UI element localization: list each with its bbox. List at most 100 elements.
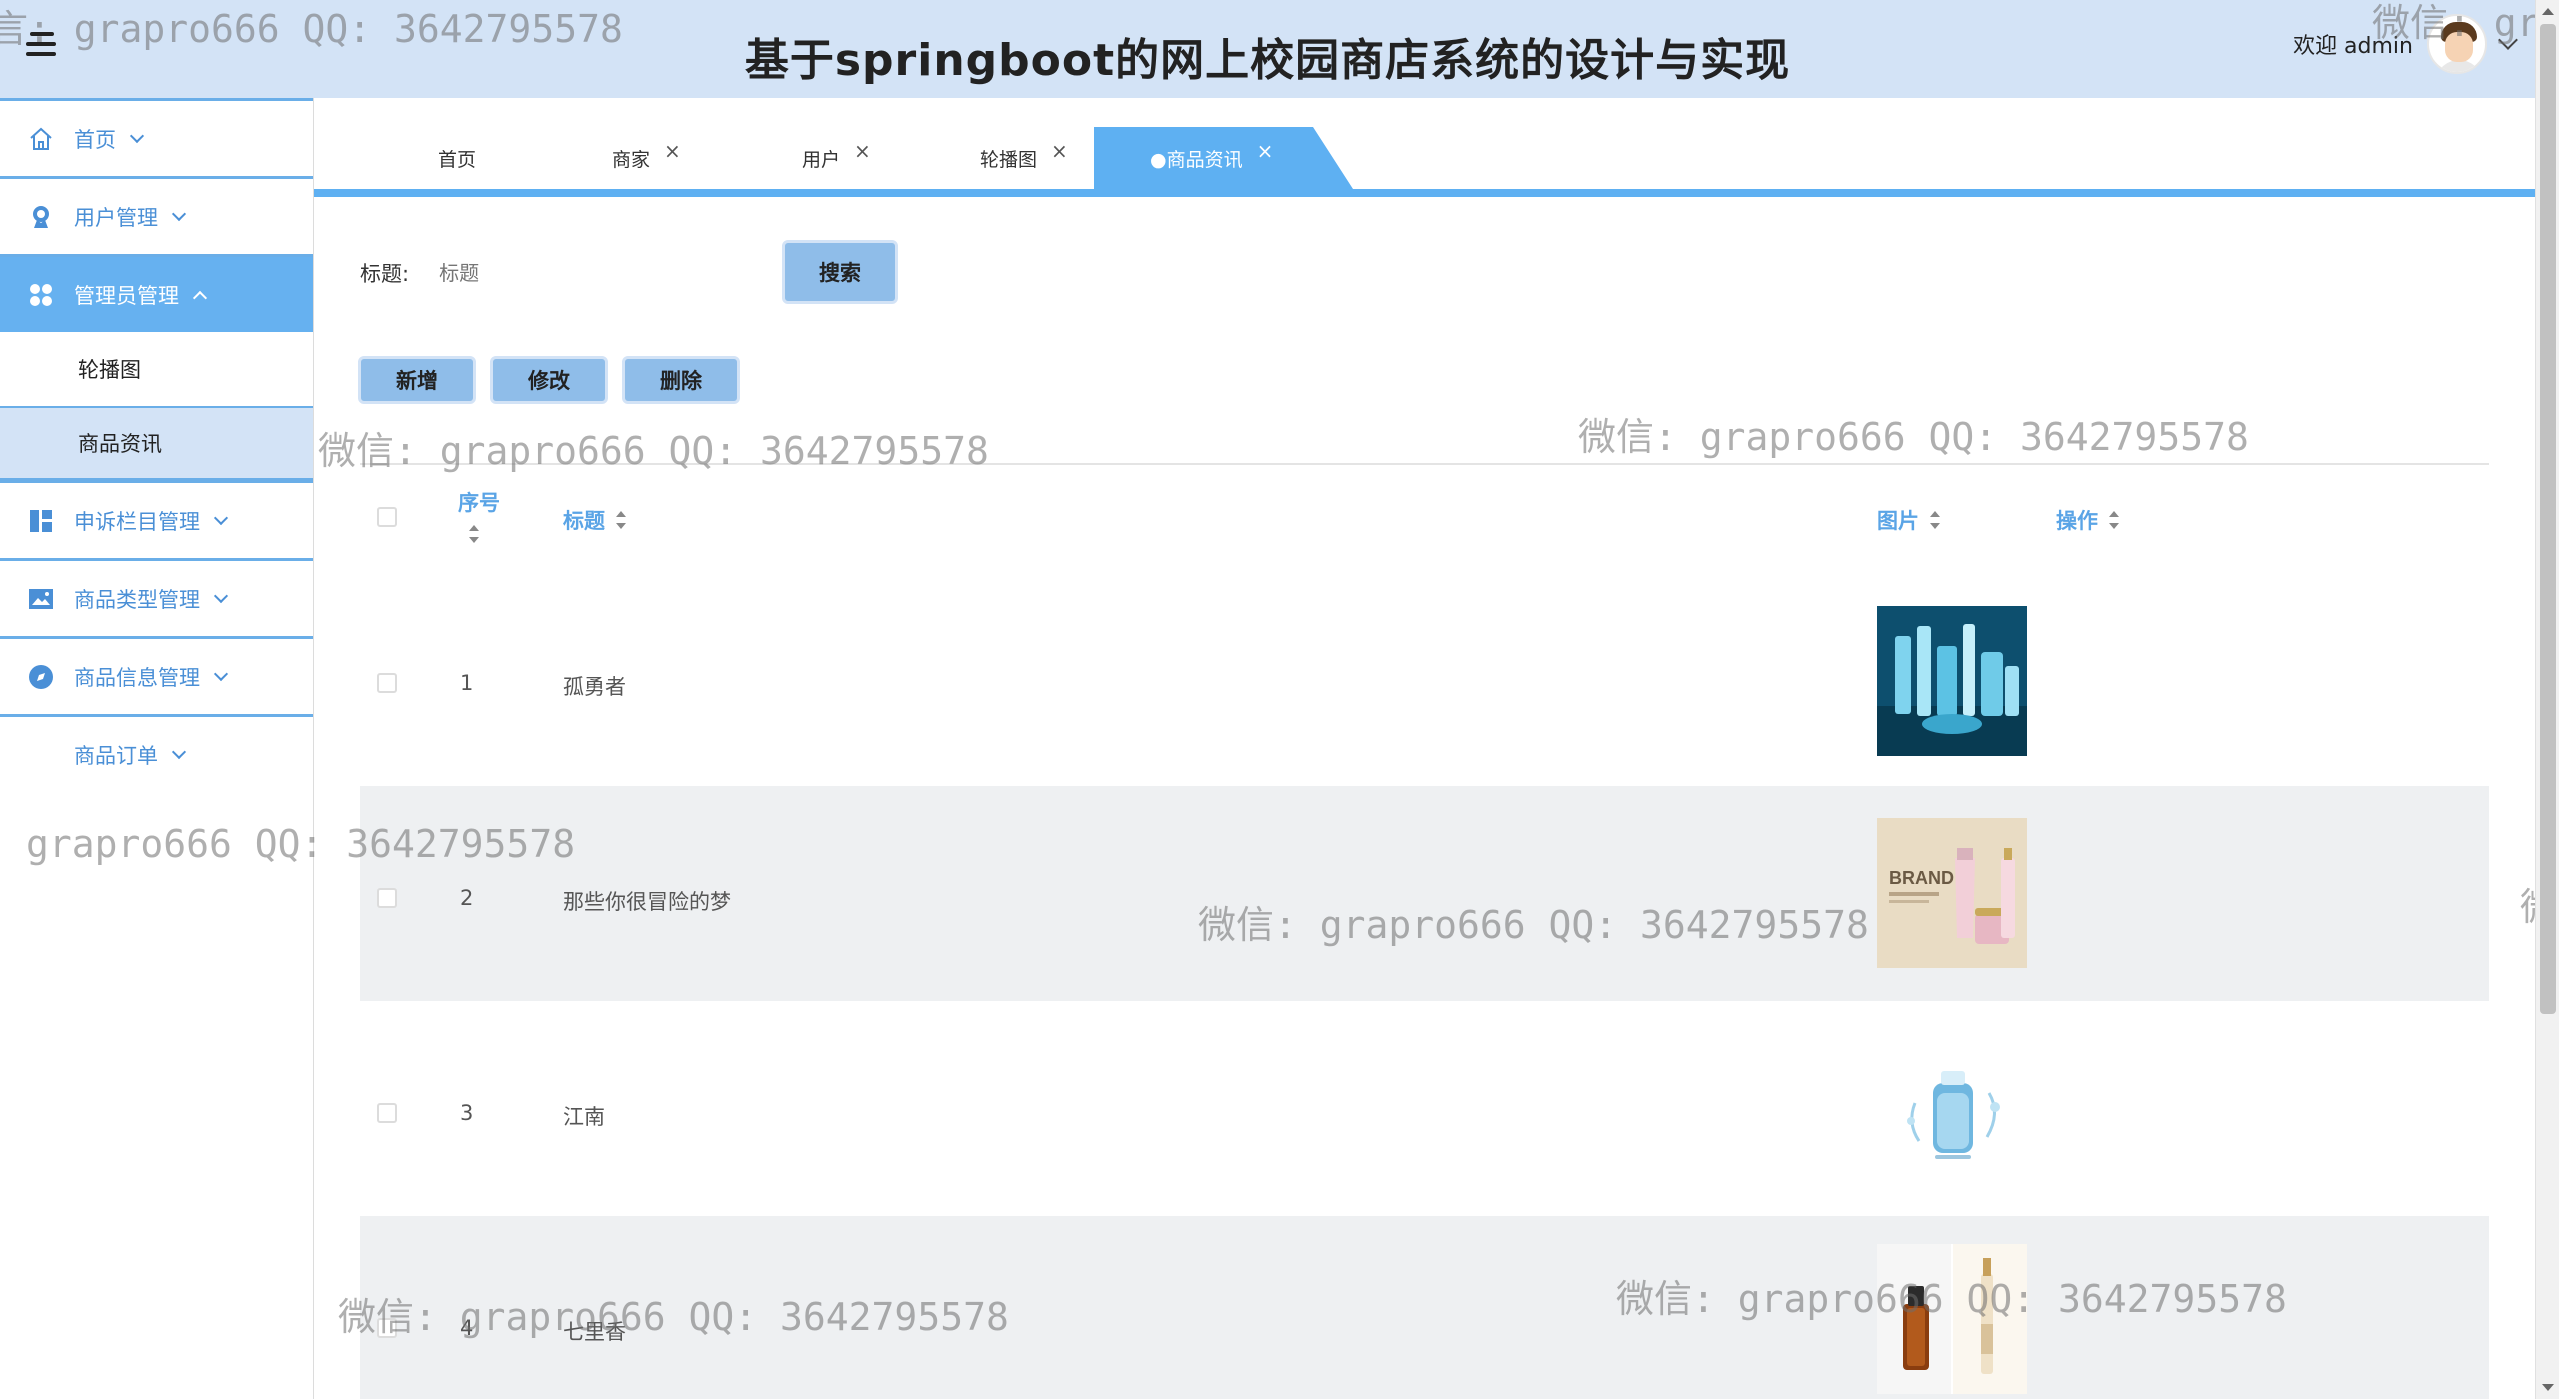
chevron-down-icon	[171, 744, 187, 759]
row-title: 那些你很冒险的梦	[563, 890, 731, 914]
chevron-down-icon	[213, 510, 229, 525]
table-row[interactable]: 4 七里香	[360, 1216, 2489, 1399]
column-label: 图片	[1877, 509, 1919, 533]
table-row[interactable]: 1 孤勇者	[360, 571, 2489, 786]
chevron-down-icon	[213, 666, 229, 681]
image-icon	[28, 586, 54, 612]
chevron-up-icon	[192, 290, 208, 305]
table-row[interactable]: 3 江南	[360, 1001, 2489, 1216]
sidebar-subitem-carousel[interactable]: 轮播图	[0, 332, 313, 406]
tab-label: ●商品资讯	[1150, 148, 1243, 171]
search-label: 标题:	[360, 262, 410, 286]
column-header-title[interactable]: 标题	[563, 505, 627, 535]
sidebar-item-label: 管理员管理	[74, 283, 179, 308]
scroll-thumb[interactable]	[2540, 24, 2556, 1014]
sidebar-item-label: 商品信息管理	[74, 665, 200, 690]
tab-carousel[interactable]: 轮播图 ×	[980, 127, 1068, 189]
sidebar-item-complaints[interactable]: 申诉栏目管理	[0, 480, 313, 558]
row-checkbox[interactable]	[377, 673, 397, 693]
chevron-down-icon	[129, 128, 145, 143]
sidebar-item-home[interactable]: 首页	[0, 98, 313, 176]
scroll-down-icon[interactable]	[2542, 1384, 2554, 1391]
delete-button[interactable]: 删除	[622, 356, 740, 404]
data-table: 序号 标题 图片 操作 1 孤勇者 2 那些你很冒险的梦 BRAND 3 江南 …	[360, 463, 2489, 1399]
sort-icon[interactable]	[1929, 511, 1941, 529]
row-image[interactable]	[1877, 606, 2027, 756]
sidebar-subitem-product-news[interactable]: 商品资讯	[0, 406, 313, 480]
sidebar: 首页 用户管理 管理员管理 轮播图 商品资讯 申诉栏目管理 商品类型管理 商品信…	[0, 98, 314, 1399]
search-input[interactable]	[439, 248, 740, 298]
row-title: 孤勇者	[563, 675, 626, 699]
row-image[interactable]	[1877, 1244, 2027, 1394]
sidebar-item-label: 商品订单	[74, 743, 158, 768]
tab-product-news[interactable]: ●商品资讯 ×	[1094, 127, 1354, 189]
search-bar: 标题: 搜索	[360, 240, 898, 306]
compass-icon	[28, 664, 54, 690]
row-index: 3	[460, 1101, 474, 1125]
tab-bar: 首页 商家 × 用户 × 轮播图 × ●商品资讯 ×	[314, 127, 2535, 193]
close-icon[interactable]: ×	[1051, 139, 1068, 163]
sidebar-item-admin-management[interactable]: 管理员管理	[0, 254, 313, 332]
tab-label: 用户	[802, 148, 841, 171]
close-icon[interactable]: ×	[1257, 139, 1274, 163]
scroll-up-icon[interactable]	[2542, 8, 2554, 15]
row-checkbox[interactable]	[377, 1103, 397, 1123]
column-label: 操作	[2056, 509, 2098, 533]
row-title: 七里香	[563, 1320, 626, 1344]
sidebar-item-label: 商品类型管理	[74, 587, 200, 612]
site-title: 基于springboot的网上校园商店系统的设计与实现	[744, 35, 1791, 86]
row-index: 2	[460, 886, 474, 910]
row-index: 4	[460, 1316, 474, 1340]
sort-icon[interactable]	[2108, 511, 2120, 529]
row-checkbox[interactable]	[377, 1318, 397, 1338]
column-header-actions[interactable]: 操作	[2056, 505, 2120, 535]
chevron-down-icon[interactable]	[2498, 30, 2518, 50]
watermark-text: 微信: grapro666 QQ: 3642795578	[1578, 415, 2249, 459]
home-icon	[28, 126, 54, 152]
welcome-text: 欢迎 admin	[2293, 34, 2413, 59]
search-button[interactable]: 搜索	[782, 240, 898, 304]
top-header: 基于springboot的网上校园商店系统的设计与实现 欢迎 admin	[0, 0, 2535, 98]
user-icon	[28, 204, 54, 230]
close-icon[interactable]: ×	[854, 139, 871, 163]
grid-icon	[28, 282, 54, 308]
column-header-image[interactable]: 图片	[1877, 505, 1941, 535]
sidebar-item-orders[interactable]: 商品订单	[0, 714, 313, 792]
edit-button[interactable]: 修改	[490, 356, 608, 404]
column-header-index[interactable]: 序号	[458, 487, 500, 543]
chevron-down-icon	[171, 206, 187, 221]
tab-home[interactable]: 首页	[438, 127, 476, 189]
column-label: 标题	[563, 509, 605, 533]
row-image[interactable]	[1877, 1033, 2027, 1183]
tab-underline	[314, 189, 2535, 197]
sidebar-item-product-info[interactable]: 商品信息管理	[0, 636, 313, 714]
action-toolbar: 新增 修改 删除	[358, 356, 740, 404]
tab-merchant[interactable]: 商家 ×	[612, 127, 681, 189]
table-header: 序号 标题 图片 操作	[360, 465, 2489, 571]
tab-label: 商家	[612, 148, 651, 171]
row-title: 江南	[563, 1105, 605, 1129]
row-index: 1	[460, 671, 474, 695]
chevron-down-icon	[213, 588, 229, 603]
tab-label: 轮播图	[980, 148, 1038, 171]
tab-label: 首页	[438, 148, 477, 171]
close-icon[interactable]: ×	[664, 139, 681, 163]
tab-user[interactable]: 用户 ×	[802, 127, 871, 189]
sidebar-item-label: 首页	[74, 127, 116, 152]
table-row[interactable]: 2 那些你很冒险的梦 BRAND	[360, 786, 2489, 1001]
column-label: 序号	[458, 491, 500, 515]
dashboard-icon	[28, 508, 54, 534]
row-image[interactable]: BRAND	[1877, 818, 2027, 968]
sidebar-item-product-types[interactable]: 商品类型管理	[0, 558, 313, 636]
user-area[interactable]: 欢迎 admin	[2293, 14, 2518, 74]
row-checkbox[interactable]	[377, 888, 397, 908]
sidebar-item-label: 用户管理	[74, 205, 158, 230]
sort-icon[interactable]	[615, 511, 627, 529]
sidebar-item-label: 申诉栏目管理	[74, 509, 200, 534]
sidebar-item-user-management[interactable]: 用户管理	[0, 176, 313, 254]
sort-icon[interactable]	[468, 525, 480, 543]
add-button[interactable]: 新增	[358, 356, 476, 404]
select-all-checkbox[interactable]	[377, 507, 397, 527]
vertical-scrollbar[interactable]	[2535, 0, 2559, 1399]
avatar[interactable]	[2427, 14, 2487, 74]
